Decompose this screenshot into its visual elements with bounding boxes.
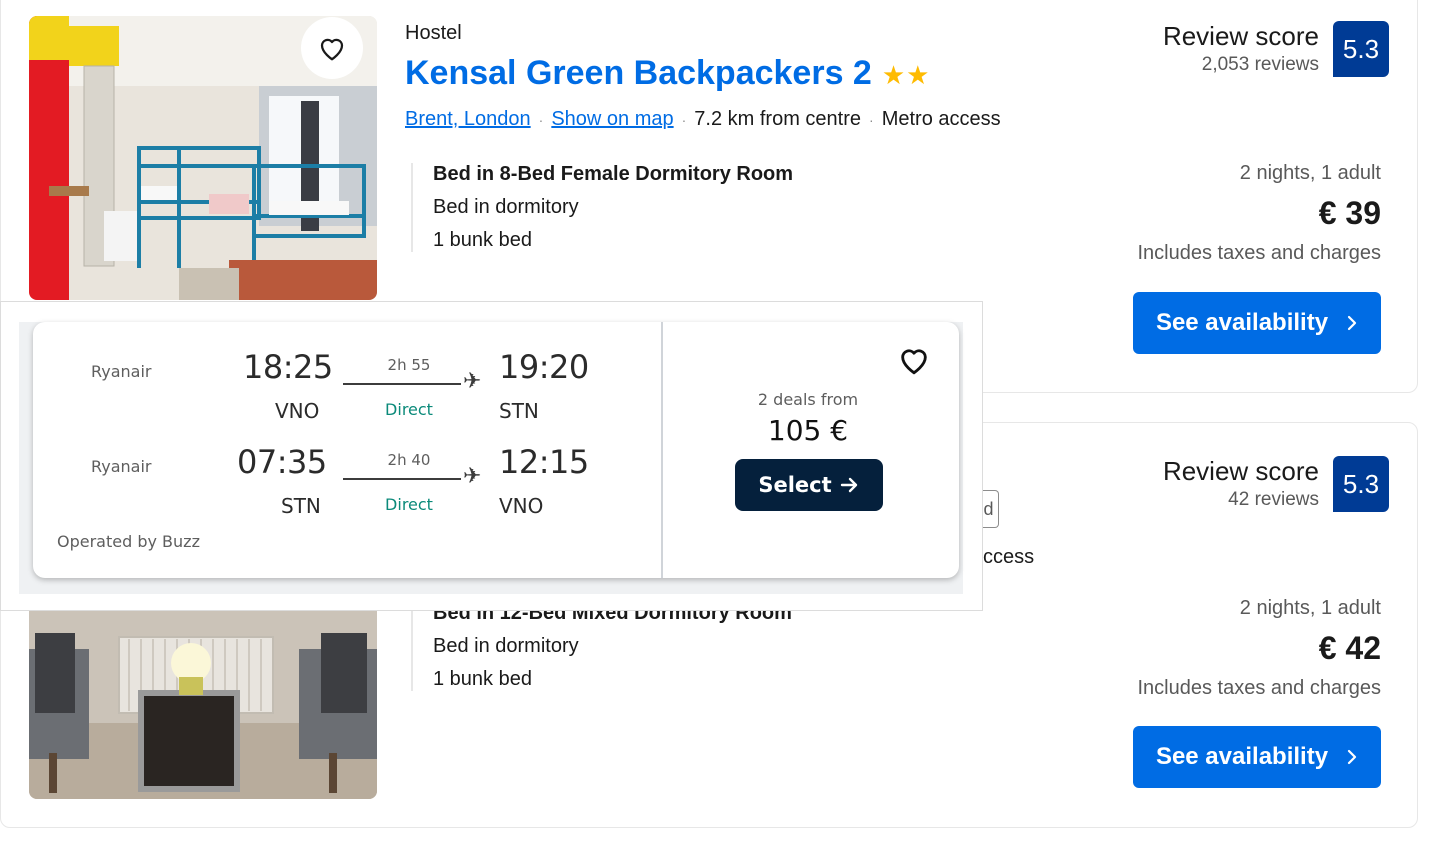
price: € 39	[1318, 195, 1381, 231]
deals-count: 2 deals from	[757, 390, 859, 409]
operated-by: Operated by Buzz	[57, 532, 200, 551]
stay-length: 2 nights, 1 adult	[1239, 162, 1381, 184]
see-availability-label: See availability	[1155, 743, 1329, 770]
chevron-right-icon	[1347, 749, 1357, 765]
review-label: Review score	[1162, 21, 1319, 51]
flight-deal-card[interactable]: Ryanair 18:25 2h 55 ✈ 19:20 VNO Direct S…	[33, 322, 959, 578]
inbound-stops: Direct	[385, 495, 433, 514]
distance-from-centre: 7.2 km from centre	[694, 108, 862, 130]
show-on-map-link[interactable]: Show on map	[551, 108, 673, 130]
review-text: Review score 42 reviews	[1163, 456, 1319, 511]
taxes-note: Includes taxes and charges	[1137, 677, 1382, 699]
select-label: Select	[758, 473, 832, 497]
inbound-duration: 2h 40	[387, 451, 431, 469]
inbound-arrive-time: 12:15	[499, 443, 589, 481]
room-info: Bed in 12-Bed Mixed Dormitory Room Bed i…	[411, 602, 792, 691]
inbound-route-line	[343, 478, 461, 480]
price-block: 2 nights, 1 adult € 39 Includes taxes an…	[1138, 162, 1382, 265]
property-name-link[interactable]: Kensal Green Backpackers 2 ★★	[405, 54, 930, 93]
stay-length: 2 nights, 1 adult	[1239, 597, 1381, 619]
bed-config: 1 bunk bed	[433, 229, 532, 251]
review-summary[interactable]: Review score 42 reviews 5.3	[1163, 456, 1389, 512]
room-type: Bed in dormitory	[433, 635, 579, 657]
price: € 42	[1318, 630, 1381, 666]
outbound-depart-airport: VNO	[275, 399, 320, 423]
partial-metro-access: ccess	[983, 546, 1035, 568]
inbound-depart-time: 07:35	[237, 443, 327, 481]
review-text: Review score 2,053 reviews	[1163, 21, 1319, 76]
outbound-duration: 2h 55	[387, 356, 431, 374]
select-button[interactable]: Select	[735, 459, 883, 511]
bed-config: 1 bunk bed	[433, 668, 532, 690]
price-block: 2 nights, 1 adult € 42 Includes taxes an…	[1138, 597, 1382, 700]
property-name[interactable]: Kensal Green Backpackers 2	[405, 54, 872, 92]
review-label: Review score	[1162, 456, 1319, 486]
separator-dot: ·	[681, 112, 687, 128]
lounge-photo-image	[29, 603, 377, 799]
outbound-airline: Ryanair	[91, 362, 152, 381]
flight-wishlist-button[interactable]	[897, 344, 931, 380]
inbound-airline: Ryanair	[91, 457, 152, 476]
outbound-arrive-time: 19:20	[499, 348, 589, 386]
outbound-route-line	[343, 383, 461, 385]
wishlist-button[interactable]	[301, 17, 363, 79]
separator-dot: ·	[869, 112, 874, 128]
review-score-badge: 5.3	[1333, 456, 1389, 512]
deal-price: 105 €	[767, 414, 849, 447]
plane-icon: ✈	[463, 464, 482, 489]
room-type: Bed in dormitory	[433, 196, 579, 218]
outbound-depart-time: 18:25	[243, 348, 333, 386]
see-availability-button[interactable]: See availability	[1133, 726, 1381, 788]
taxes-note: Includes taxes and charges	[1137, 242, 1382, 264]
room-info: Bed in 8-Bed Female Dormitory Room Bed i…	[411, 163, 793, 252]
see-availability-button[interactable]: See availability	[1133, 292, 1381, 354]
card-divider	[661, 322, 663, 578]
heart-icon	[320, 38, 344, 61]
room-title: Bed in 8-Bed Female Dormitory Room	[433, 163, 794, 185]
outbound-stops: Direct	[385, 400, 433, 419]
plane-icon: ✈	[463, 369, 482, 394]
location-row: Brent, London · Show on map · 7.2 km from ce…	[405, 108, 1001, 131]
review-count: 2,053 reviews	[1201, 54, 1319, 75]
heart-icon	[901, 349, 927, 375]
flight-ad-overlay: Ryanair 18:25 2h 55 ✈ 19:20 VNO Direct S…	[0, 301, 983, 611]
separator-dot: ·	[538, 112, 544, 128]
chevron-right-icon	[1347, 315, 1357, 331]
property-photo[interactable]	[29, 603, 377, 799]
property-type: Hostel	[405, 22, 462, 44]
flight-ad-background: Ryanair 18:25 2h 55 ✈ 19:20 VNO Direct S…	[19, 322, 963, 594]
arrow-right-icon	[840, 477, 857, 493]
outbound-arrive-airport: STN	[499, 399, 539, 423]
inbound-depart-airport: STN	[281, 494, 321, 518]
metro-access: Metro access	[881, 108, 1001, 130]
review-score-badge: 5.3	[1333, 21, 1389, 77]
location-link[interactable]: Brent, London	[405, 108, 531, 130]
star-rating-icon: ★★	[881, 60, 931, 90]
inbound-arrive-airport: VNO	[499, 494, 544, 518]
review-summary[interactable]: Review score 2,053 reviews 5.3	[1163, 21, 1389, 77]
see-availability-label: See availability	[1155, 309, 1329, 336]
review-count: 42 reviews	[1228, 489, 1319, 510]
